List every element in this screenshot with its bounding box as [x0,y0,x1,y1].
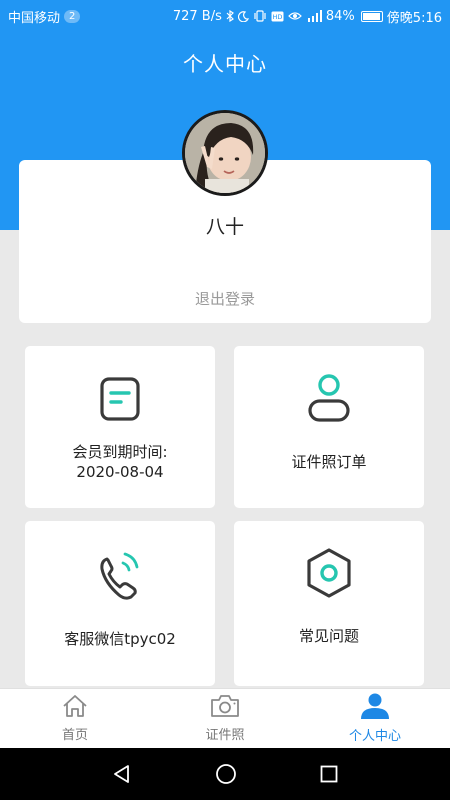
camera-icon [210,694,240,722]
network-speed: 727 B/s [172,8,222,24]
vibrate-icon [253,10,267,22]
home-icon [62,694,88,722]
battery-icon [360,10,383,22]
home-circle-icon[interactable] [215,763,237,785]
clock: 傍晚5:16 [386,10,442,26]
eye-icon [288,11,302,21]
back-icon[interactable] [112,764,132,784]
recents-icon[interactable] [320,765,338,783]
user-icon [360,693,390,723]
hexagon-settings-icon [305,547,353,603]
customer-service-label: 客服微信tpyc02 [64,630,176,648]
battery-percent: 84% [325,8,355,24]
photo-orders-tile[interactable]: 证件照订单 [234,346,424,508]
membership-expiry-date: 2020-08-04 [76,463,164,481]
tab-profile[interactable]: 个人中心 [300,689,450,748]
tab-id-photo-label: 证件照 [205,728,245,743]
signal-icon [306,10,322,22]
customer-service-tile[interactable]: 客服微信tpyc02 [25,521,215,686]
tab-home-label: 首页 [61,728,88,743]
status-bar: 中国移动 2 727 B/s HD 84% 傍晚5:16 [0,0,450,32]
tab-profile-label: 个人中心 [348,729,401,744]
faq-label: 常见问题 [298,627,359,645]
avatar[interactable] [182,110,268,196]
notification-badge: 2 [64,9,81,23]
membership-card-icon [99,376,141,426]
membership-tile[interactable]: 会员到期时间: 2020-08-04 [25,346,215,508]
phone-icon [97,547,143,605]
moon-icon [237,10,249,22]
bottom-tab-bar: 首页 证件照 个人中心 [0,688,450,748]
membership-expiry-label: 会员到期时间: [72,443,168,461]
page-title: 个人中心 [183,52,267,76]
logout-button[interactable]: 退出登录 [19,288,431,309]
photo-orders-label: 证件照订单 [291,453,367,471]
carrier-label: 中国移动 [8,10,61,26]
tab-home[interactable]: 首页 [0,689,150,748]
hd-icon: HD [271,11,284,22]
svg-text:HD: HD [272,13,282,21]
bluetooth-icon [226,10,234,22]
tab-id-photo[interactable]: 证件照 [150,689,300,748]
user-nickname: 八十 [205,216,244,238]
system-navigation-bar [0,748,450,800]
avatar-photo [185,113,265,193]
faq-tile[interactable]: 常见问题 [234,521,424,686]
person-icon [307,373,351,427]
